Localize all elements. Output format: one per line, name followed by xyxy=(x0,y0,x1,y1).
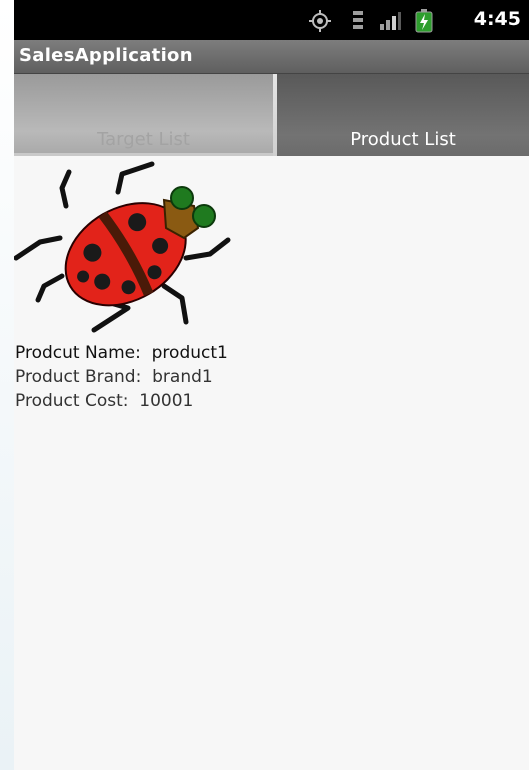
battery-charging-icon xyxy=(415,9,433,33)
tab-bar: Target List Product List xyxy=(14,74,529,156)
status-bar: 4:45 xyxy=(14,0,529,40)
data-3g-icon xyxy=(353,11,363,29)
clock: 4:45 xyxy=(473,8,521,30)
product-details: Prodcut Name: product1 Product Brand: br… xyxy=(15,341,228,413)
background-edge xyxy=(0,0,14,770)
product-name: Prodcut Name: product1 xyxy=(15,343,228,363)
tab-label: Product List xyxy=(350,129,456,150)
gps-icon xyxy=(309,10,331,32)
title-bar: SalesApplication xyxy=(14,40,529,74)
ladybug-icon xyxy=(14,161,231,333)
app-title: SalesApplication xyxy=(19,45,193,66)
tab-target-list[interactable]: Target List xyxy=(14,74,273,156)
tab-product-list[interactable]: Product List xyxy=(277,74,529,156)
tab-indicator xyxy=(14,153,273,156)
signal-icon xyxy=(380,12,401,30)
product-cost: Product Cost: 10001 xyxy=(15,391,194,411)
product-brand: Product Brand: brand1 xyxy=(15,367,213,387)
app-screen: 4:45 SalesApplication Target List Produc… xyxy=(14,0,529,770)
tab-label: Target List xyxy=(97,129,190,150)
